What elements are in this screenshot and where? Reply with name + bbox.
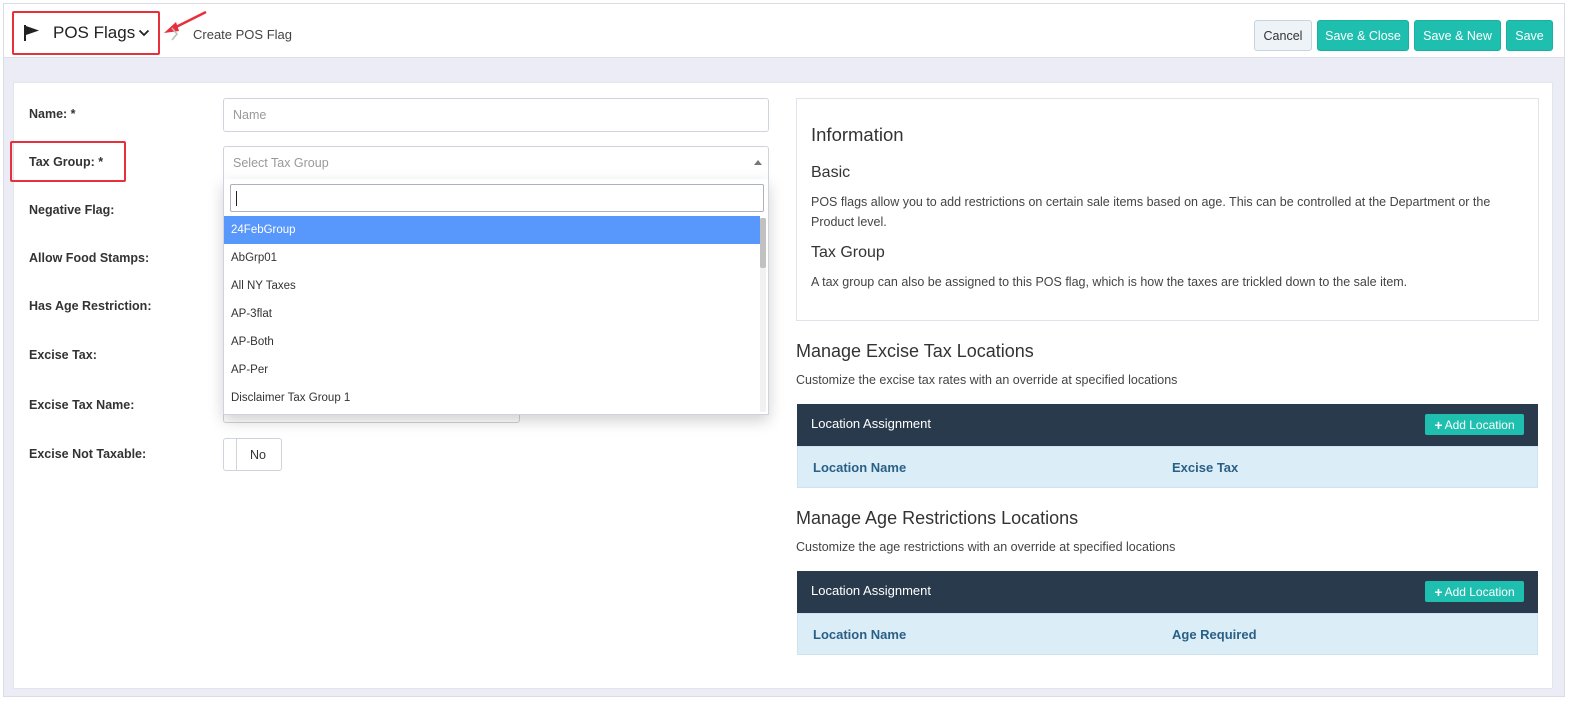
cancel-button[interactable]: Cancel: [1254, 20, 1312, 51]
excise-add-location-button[interactable]: + Add Location: [1425, 414, 1524, 435]
plus-icon: +: [1434, 416, 1443, 433]
excise-col-location-name: Location Name: [813, 460, 907, 475]
excise-section-title: Manage Excise Tax Locations: [796, 341, 1034, 361]
basic-text: POS flags allow you to add restrictions …: [811, 195, 1491, 229]
tax-group-options: 24FebGroup AbGrp01 All NY Taxes AP-3flat…: [224, 216, 760, 414]
toggle-value: No: [250, 448, 266, 462]
age-table-columns: Location Name Age Required: [797, 613, 1538, 655]
excise-table-header: Location Assignment + Add Location: [797, 404, 1538, 446]
allow-food-stamps-label: Allow Food Stamps:: [29, 251, 150, 265]
age-section-desc: Customize the age restrictions with an o…: [796, 540, 1176, 554]
plus-icon: +: [1434, 583, 1443, 600]
excise-col-excise-tax: Excise Tax: [1172, 460, 1239, 475]
name-label: Name: *: [29, 107, 76, 121]
age-table-header: Location Assignment + Add Location: [797, 571, 1538, 613]
option-all-ny-taxes[interactable]: All NY Taxes: [224, 272, 760, 300]
page-header: POS Flags Create POS Flag Cancel Save & …: [4, 4, 1564, 58]
save-new-button[interactable]: Save & New: [1414, 20, 1501, 51]
negative-flag-label: Negative Flag:: [29, 203, 115, 217]
option-ap-per[interactable]: AP-Per: [224, 356, 760, 384]
chevron-down-icon: [138, 29, 150, 37]
age-add-location-label: Add Location: [1444, 584, 1515, 599]
excise-tax-name-label: Excise Tax Name:: [29, 398, 135, 412]
name-input[interactable]: Name: [223, 98, 769, 132]
name-placeholder: Name: [233, 108, 267, 122]
option-24febgroup[interactable]: 24FebGroup: [224, 216, 760, 244]
tax-group-search-input[interactable]: [230, 184, 764, 212]
caret-up-icon: [754, 160, 762, 165]
tax-group-select[interactable]: Select Tax Group: [223, 146, 769, 180]
save-close-button[interactable]: Save & Close: [1317, 20, 1409, 51]
excise-not-taxable-toggle[interactable]: No: [223, 438, 282, 471]
age-col-age-required: Age Required: [1172, 627, 1257, 642]
age-add-location-button[interactable]: + Add Location: [1425, 581, 1524, 602]
option-abgrp01[interactable]: AbGrp01: [224, 244, 760, 272]
excise-table-title: Location Assignment: [811, 416, 931, 431]
toggle-knob: [224, 439, 237, 470]
excise-table-columns: Location Name Excise Tax: [797, 446, 1538, 488]
breadcrumb-current: Create POS Flag: [193, 27, 292, 42]
excise-tax-label: Excise Tax:: [29, 348, 97, 362]
information-title: Information: [811, 124, 904, 145]
tax-group-info-text: A tax group can also be assigned to this…: [811, 275, 1408, 289]
tax-group-label: Tax Group: *: [29, 155, 104, 169]
excise-add-location-label: Add Location: [1444, 417, 1515, 432]
breadcrumb-separator-icon: [171, 27, 178, 41]
excise-not-taxable-label: Excise Not Taxable:: [29, 447, 147, 461]
basic-title: Basic: [811, 164, 851, 181]
dropdown-scrollbar[interactable]: [760, 218, 766, 412]
tax-group-info-title: Tax Group: [811, 244, 885, 261]
age-table-title: Location Assignment: [811, 583, 931, 598]
tax-group-placeholder: Select Tax Group: [233, 156, 329, 170]
option-ap-both[interactable]: AP-Both: [224, 328, 760, 356]
tax-group-dropdown: 24FebGroup AbGrp01 All NY Taxes AP-3flat…: [223, 179, 769, 415]
excise-section-desc: Customize the excise tax rates with an o…: [796, 373, 1178, 387]
option-disclaimer-tax-group-1[interactable]: Disclaimer Tax Group 1: [224, 384, 760, 412]
age-col-location-name: Location Name: [813, 627, 907, 642]
save-button[interactable]: Save: [1506, 20, 1553, 51]
age-section-title: Manage Age Restrictions Locations: [796, 508, 1079, 528]
text-cursor: [236, 191, 237, 206]
has-age-restriction-label: Has Age Restriction:: [29, 299, 152, 313]
dropdown-scrollbar-thumb[interactable]: [760, 218, 766, 268]
option-ap-3flat[interactable]: AP-3flat: [224, 300, 760, 328]
module-label: POS Flags: [53, 23, 136, 42]
module-select[interactable]: POS Flags: [12, 11, 160, 55]
flag-icon: [24, 25, 39, 41]
